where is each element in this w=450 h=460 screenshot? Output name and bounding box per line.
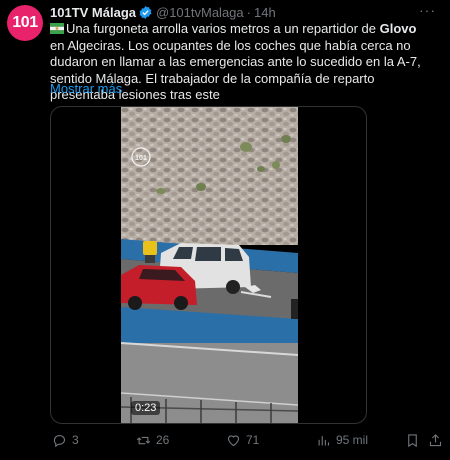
- show-more-link[interactable]: Mostrar más: [50, 81, 122, 96]
- video-watermark: 101: [135, 155, 147, 162]
- timestamp[interactable]: 14h: [254, 5, 276, 20]
- reply-button[interactable]: 3: [52, 430, 79, 450]
- andalusia-flag-icon: [50, 22, 64, 34]
- bookmark-icon: [408, 433, 417, 447]
- heart-icon: [227, 434, 240, 446]
- author-handle[interactable]: @101tvMalaga: [156, 5, 244, 20]
- avatar-text: 101: [12, 14, 38, 31]
- avatar[interactable]: 101: [7, 5, 43, 41]
- views-button[interactable]: 95 mil: [316, 430, 368, 450]
- reply-icon: [53, 434, 66, 447]
- view-count: 95 mil: [336, 433, 369, 447]
- tweet-actions: 3 26 71 95 mil: [50, 430, 445, 450]
- video-player[interactable]: 101 0:23: [50, 106, 367, 424]
- bookmark-button[interactable]: [405, 430, 420, 450]
- like-count: 71: [246, 433, 260, 447]
- repost-button[interactable]: 26: [136, 430, 169, 450]
- more-options-icon[interactable]: ···: [419, 2, 436, 18]
- share-icon: [429, 433, 442, 446]
- tweet: 101 101TV Málaga @101tvMalaga · 14h ··· …: [0, 0, 450, 460]
- tweet-text-bold: Glovo: [379, 21, 417, 36]
- separator-dot: ·: [246, 4, 251, 20]
- like-button[interactable]: 71: [226, 430, 259, 450]
- analytics-icon: [318, 435, 330, 445]
- video-duration: 0:23: [131, 401, 161, 415]
- repost-count: 26: [156, 433, 170, 447]
- reply-count: 3: [72, 433, 79, 447]
- video-frame[interactable]: 101 0:23: [121, 107, 298, 423]
- repost-icon: [136, 436, 151, 444]
- verified-badge-icon: [139, 5, 152, 19]
- video-frame-image: 101: [121, 107, 298, 423]
- share-button[interactable]: [428, 430, 443, 450]
- author-name[interactable]: 101TV Málaga: [50, 5, 136, 20]
- tweet-text-part-1: Una furgoneta arrolla varios metros a un…: [66, 21, 380, 36]
- tweet-header: 101TV Málaga @101tvMalaga · 14h: [50, 4, 276, 20]
